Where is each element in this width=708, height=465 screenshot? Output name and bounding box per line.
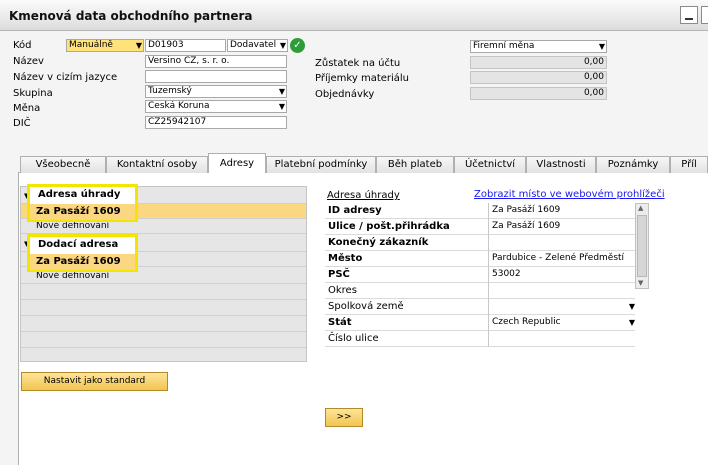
list-item	[21, 317, 306, 332]
billing-highlight-title: Adresa úhrady	[38, 189, 121, 200]
detail-title: Adresa úhrady	[327, 190, 400, 201]
nazev-value: Versino CZ, s. r. o.	[148, 56, 230, 66]
next-button[interactable]: >>	[325, 408, 363, 427]
kod-label: Kód	[13, 40, 32, 51]
objednavky-label: Objednávky	[315, 89, 375, 100]
chevron-down-icon: ▼	[598, 42, 605, 51]
zustatek-label: Zůstatek na účtu	[315, 58, 401, 69]
country-select[interactable]: Czech Republic ▼	[488, 315, 638, 331]
window-title: Kmenová data obchodního partnera	[9, 9, 253, 23]
check-circle-icon: ✓	[290, 38, 305, 53]
tab-poznamky[interactable]: Poznámky	[596, 156, 670, 173]
chevron-down-icon: ▼	[628, 318, 635, 327]
currency-select[interactable]: Firemní měna ▼	[470, 40, 607, 53]
county-label: Okres	[328, 285, 357, 296]
nazev-label: Název	[13, 56, 44, 67]
kod-value: D01903	[148, 40, 184, 50]
id-label: ID adresy	[328, 205, 382, 216]
set-default-button[interactable]: Nastavit jako standard	[21, 372, 168, 391]
prijemky-label: Příjemky materiálu	[315, 73, 410, 84]
tab-vseobecne[interactable]: Všeobecně	[20, 156, 106, 173]
skupina-value: Tuzemský	[148, 86, 192, 96]
dic-label: DIČ	[13, 118, 31, 129]
address-detail-grid: ID adresy Za Pasáží 1609 Ulice / pošt.při…	[325, 203, 635, 347]
city-label: Město	[328, 253, 363, 264]
detail-row-state: Spolková země ▼	[325, 299, 635, 315]
detail-row-customer: Konečný zákazník	[325, 235, 635, 251]
map-link[interactable]: Zobrazit místo ve webovém prohlížeči	[474, 189, 665, 200]
nazev-cizi-label: Název v cizím jazyce	[13, 72, 118, 83]
mena-select[interactable]: Česká Koruna ▼	[145, 100, 287, 113]
detail-row-city: Město Pardubice - Zelené Předměstí	[325, 251, 635, 267]
objednavky-value: 0,00	[470, 87, 607, 100]
tab-prilohy[interactable]: Příl	[670, 156, 708, 173]
list-item	[21, 301, 306, 316]
tab-strip: Všeobecně Kontaktní osoby Adresy Platebn…	[18, 153, 708, 174]
customer-field[interactable]	[488, 235, 638, 251]
detail-row-county: Okres	[325, 283, 635, 299]
tab-ucetnictvi[interactable]: Účetnictví	[454, 156, 526, 173]
scroll-thumb[interactable]	[637, 215, 647, 277]
city-field[interactable]: Pardubice - Zelené Předměstí	[488, 251, 638, 267]
customer-label: Konečný zákazník	[328, 237, 429, 248]
detail-row-zip: PSČ 53002	[325, 267, 635, 283]
kod-series-select[interactable]: Manuálně ▼	[66, 39, 144, 52]
street-no-field[interactable]	[488, 331, 638, 347]
tab-kontaktni-osoby[interactable]: Kontaktní osoby	[106, 156, 208, 173]
chevron-down-icon: ▼	[135, 41, 142, 50]
kod-series-value: Manuálně	[69, 40, 113, 50]
shipping-highlight-box: Dodací adresa Za Pasáží 1609	[27, 234, 138, 272]
chevron-down-icon: ▼	[628, 302, 635, 311]
street-no-label: Číslo ulice	[328, 333, 379, 344]
title-bar: Kmenová data obchodního partnera	[0, 0, 708, 31]
state-label: Spolková země	[328, 301, 404, 312]
scroll-up-icon[interactable]: ▲	[638, 204, 643, 212]
skupina-select[interactable]: Tuzemský ▼	[145, 85, 287, 98]
list-item	[21, 333, 306, 348]
detail-row-id: ID adresy Za Pasáží 1609	[325, 203, 635, 219]
nazev-cizi-input[interactable]	[145, 70, 287, 83]
tab-beh-plateb[interactable]: Běh plateb	[376, 156, 454, 173]
prijemky-value: 0,00	[470, 71, 607, 84]
id-field[interactable]: Za Pasáží 1609	[488, 203, 638, 219]
maximize-button[interactable]	[701, 6, 708, 24]
kod-type-value: Dodavatel	[230, 40, 277, 50]
chevron-down-icon: ▼	[278, 102, 285, 111]
state-select[interactable]: ▼	[488, 299, 638, 315]
billing-highlight-item: Za Pasáží 1609	[30, 204, 135, 220]
chevron-down-icon: ▼	[278, 87, 285, 96]
zip-field[interactable]: 53002	[488, 267, 638, 283]
mena-label: Měna	[13, 103, 41, 114]
detail-scrollbar[interactable]: ▲ ▼	[635, 203, 649, 289]
street-field[interactable]: Za Pasáží 1609	[488, 219, 638, 235]
nazev-input[interactable]: Versino CZ, s. r. o.	[145, 55, 287, 68]
detail-row-country: Stát Czech Republic ▼	[325, 315, 635, 331]
kod-input[interactable]: D01903	[145, 39, 226, 52]
kod-type-select[interactable]: Dodavatel ▼	[227, 39, 288, 52]
minimize-button[interactable]	[680, 6, 698, 24]
detail-row-street: Ulice / pošt.přihrádka Za Pasáží 1609	[325, 219, 635, 235]
shipping-highlight-title: Dodací adresa	[38, 239, 119, 250]
detail-row-street-no: Číslo ulice	[325, 331, 635, 347]
county-field[interactable]	[488, 283, 638, 299]
skupina-label: Skupina	[13, 88, 53, 99]
street-label: Ulice / pošt.přihrádka	[328, 221, 450, 232]
dic-input[interactable]: CZ25942107	[145, 116, 287, 129]
shipping-highlight-item: Za Pasáží 1609	[30, 254, 135, 270]
dic-value: CZ25942107	[148, 117, 207, 127]
list-item	[21, 285, 306, 300]
currency-value: Firemní měna	[473, 41, 535, 51]
country-label: Stát	[328, 317, 352, 328]
tab-platebni-podminky[interactable]: Platební podmínky	[266, 156, 376, 173]
chevron-down-icon: ▼	[279, 41, 286, 50]
tab-adresy[interactable]: Adresy	[208, 153, 266, 174]
mena-value: Česká Koruna	[148, 101, 210, 111]
zip-label: PSČ	[328, 269, 350, 280]
tab-vlastnosti[interactable]: Vlastnosti	[526, 156, 596, 173]
billing-highlight-box: Adresa úhrady Za Pasáží 1609	[27, 184, 138, 222]
scroll-down-icon[interactable]: ▼	[638, 279, 643, 287]
zustatek-value: 0,00	[470, 56, 607, 69]
